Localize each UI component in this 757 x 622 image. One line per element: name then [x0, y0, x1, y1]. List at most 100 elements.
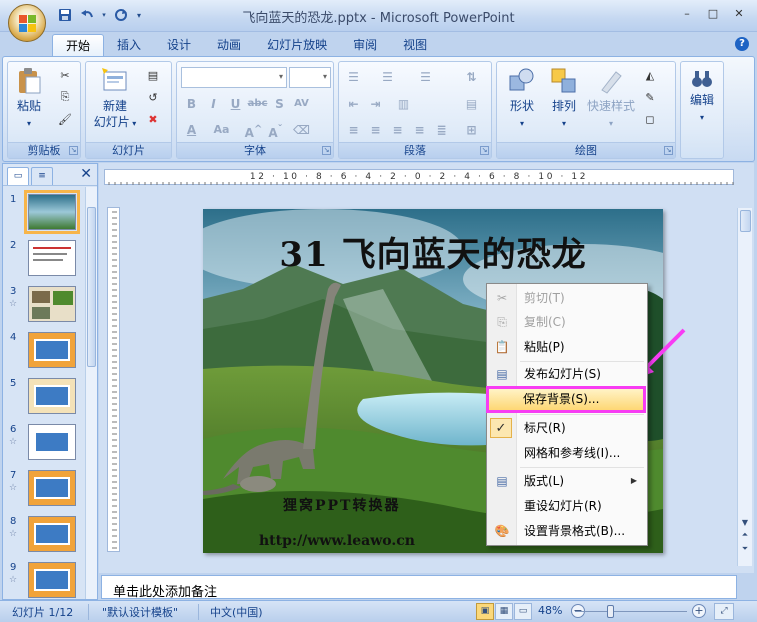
- next-slide-icon[interactable]: ⏷: [738, 544, 752, 554]
- align-left-icon[interactable]: ≡: [343, 120, 364, 140]
- shape-outline-icon[interactable]: ✎: [641, 88, 659, 106]
- tab-view[interactable]: 视图: [390, 34, 440, 57]
- tab-home[interactable]: 开始: [52, 34, 105, 57]
- font-name-combo[interactable]: ▾: [181, 67, 287, 88]
- zoom-in-icon[interactable]: +: [692, 604, 706, 618]
- font-size-combo[interactable]: ▾: [289, 67, 331, 88]
- increase-indent-icon[interactable]: ⇥: [365, 94, 386, 114]
- editing-button[interactable]: 编辑 ▾: [683, 68, 721, 126]
- grow-font-button[interactable]: A^: [243, 120, 264, 140]
- align-right-icon[interactable]: ≡: [387, 120, 408, 140]
- slide-thumbnail[interactable]: 3 ☆: [3, 286, 85, 330]
- slide-thumbnail[interactable]: 5: [3, 378, 85, 422]
- tab-slideshow[interactable]: 幻灯片放映: [254, 34, 340, 57]
- arrange-button[interactable]: 排列 ▾: [543, 66, 585, 132]
- close-button[interactable]: ✕: [727, 4, 751, 22]
- zoom-level[interactable]: 48%: [538, 604, 562, 617]
- numbering-icon[interactable]: ☰: [377, 67, 398, 87]
- change-case-button[interactable]: Aa: [211, 120, 232, 140]
- clear-format-icon[interactable]: ⌫: [291, 120, 312, 140]
- slide-thumbnail[interactable]: 2: [3, 240, 85, 284]
- tab-insert[interactable]: 插入: [104, 34, 154, 57]
- clipboard-launcher-icon[interactable]: ↘: [69, 146, 78, 155]
- zoom-slider-track[interactable]: [575, 611, 687, 612]
- language-indicator[interactable]: 中文(中国): [210, 604, 263, 620]
- italic-button[interactable]: I: [203, 94, 224, 114]
- paste-button[interactable]: 粘贴 ▾: [12, 66, 46, 132]
- underline-button[interactable]: U: [225, 94, 246, 114]
- paragraph-launcher-icon[interactable]: ↘: [480, 146, 489, 155]
- justify-icon[interactable]: ≡: [409, 120, 430, 140]
- char-spacing-button[interactable]: AV: [291, 94, 312, 114]
- line-spacing-icon[interactable]: ☰: [415, 67, 436, 87]
- layout-icon[interactable]: ▤: [144, 66, 162, 84]
- vertical-ruler[interactable]: [107, 207, 120, 552]
- shrink-font-button[interactable]: Aˇ: [265, 120, 286, 140]
- columns-icon[interactable]: ▥: [393, 94, 414, 114]
- slideshow-icon[interactable]: ▭: [514, 603, 532, 620]
- align-text-icon[interactable]: ▤: [461, 94, 482, 114]
- slide-sorter-icon[interactable]: ▦: [495, 603, 513, 620]
- menu-item-format-background[interactable]: 🎨 设置背景格式(B)...: [487, 520, 647, 542]
- scrollbar-thumb[interactable]: [87, 207, 96, 367]
- menu-item-copy[interactable]: ⎘ 复制(C): [487, 311, 647, 333]
- outline-tab-icon[interactable]: ≡: [31, 167, 53, 185]
- notes-pane[interactable]: 单击此处添加备注: [101, 575, 737, 600]
- shadow-button[interactable]: S: [269, 94, 290, 114]
- font-color-button[interactable]: A: [181, 120, 202, 140]
- menu-item-grid-guides[interactable]: 网格和参考线(I)...: [487, 442, 647, 464]
- new-slide-button[interactable]: 新建 幻灯片 ▾: [89, 66, 141, 132]
- fit-to-window-icon[interactable]: ⤢: [714, 603, 734, 620]
- quick-styles-button[interactable]: 快速样式 ▾: [585, 66, 637, 132]
- menu-item-paste[interactable]: 📋 粘贴(P): [487, 336, 647, 358]
- tab-review[interactable]: 审阅: [340, 34, 390, 57]
- theme-name[interactable]: "默认设计模板": [102, 604, 178, 620]
- menu-item-reset-slide[interactable]: 重设幻灯片(R): [487, 495, 647, 517]
- menu-item-layout[interactable]: ▤ 版式(L) ▶: [487, 470, 647, 492]
- reset-icon[interactable]: ↺: [144, 88, 162, 106]
- menu-item-publish-slides[interactable]: ▤ 发布幻灯片(S): [487, 363, 647, 385]
- slides-pane-scrollbar[interactable]: [85, 187, 97, 599]
- tab-design[interactable]: 设计: [154, 34, 204, 57]
- drawing-launcher-icon[interactable]: ↘: [664, 146, 673, 155]
- maximize-button[interactable]: □: [701, 4, 725, 22]
- delete-slide-icon[interactable]: ✖: [144, 110, 162, 128]
- align-center-icon[interactable]: ≡: [365, 120, 386, 140]
- slide-thumbnail[interactable]: 4: [3, 332, 85, 376]
- normal-view-icon[interactable]: ▣: [476, 603, 494, 620]
- slides-tab-icon[interactable]: ▭: [7, 167, 29, 185]
- help-icon[interactable]: ?: [735, 37, 749, 51]
- shapes-button[interactable]: 形状 ▾: [501, 66, 543, 132]
- bullets-icon[interactable]: ☰: [343, 67, 364, 87]
- format-painter-icon[interactable]: 🖌: [56, 110, 74, 128]
- menu-item-ruler[interactable]: ✓ 标尺(R): [487, 417, 647, 439]
- slide-thumbnail[interactable]: 1: [3, 190, 85, 238]
- office-button[interactable]: [8, 4, 46, 42]
- font-launcher-icon[interactable]: ↘: [322, 146, 331, 155]
- slide-thumbnail[interactable]: 7 ☆: [3, 470, 85, 514]
- slide-thumbnail[interactable]: 8 ☆: [3, 516, 85, 560]
- copy-icon[interactable]: ⎘: [56, 88, 74, 106]
- shape-fill-icon[interactable]: ◭: [641, 66, 659, 84]
- minimize-button[interactable]: –: [675, 4, 699, 22]
- previous-slide-icon[interactable]: ⏶: [738, 530, 752, 540]
- zoom-slider-thumb[interactable]: [607, 605, 614, 618]
- menu-item-save-background[interactable]: 保存背景(S)...: [486, 386, 646, 413]
- bold-button[interactable]: B: [181, 94, 202, 114]
- shape-effects-icon[interactable]: ◻: [641, 110, 659, 128]
- slide-title[interactable]: 31 飞向蓝天的恐龙: [203, 227, 663, 276]
- smartart-icon[interactable]: ⊞: [461, 120, 482, 140]
- strikethrough-button[interactable]: abc: [247, 94, 268, 114]
- tab-animations[interactable]: 动画: [204, 34, 254, 57]
- decrease-indent-icon[interactable]: ⇤: [343, 94, 364, 114]
- text-direction-icon[interactable]: ⇅: [461, 67, 482, 87]
- menu-item-cut[interactable]: ✂ 剪切(T): [487, 287, 647, 309]
- distributed-icon[interactable]: ≣: [431, 120, 452, 140]
- slide-thumbnail[interactable]: 6 ☆: [3, 424, 85, 468]
- close-pane-icon[interactable]: ✕: [80, 166, 92, 182]
- scrollbar-thumb[interactable]: [740, 210, 751, 232]
- horizontal-ruler[interactable]: 12 · 10 · 8 · 6 · 4 · 2 · 0 · 2 · 4 · 6 …: [104, 169, 734, 185]
- cut-icon[interactable]: ✂: [56, 66, 74, 84]
- vertical-scrollbar[interactable]: ▼ ⏶ ⏷: [737, 208, 752, 566]
- scroll-down-arrow-icon[interactable]: ▼: [738, 518, 752, 527]
